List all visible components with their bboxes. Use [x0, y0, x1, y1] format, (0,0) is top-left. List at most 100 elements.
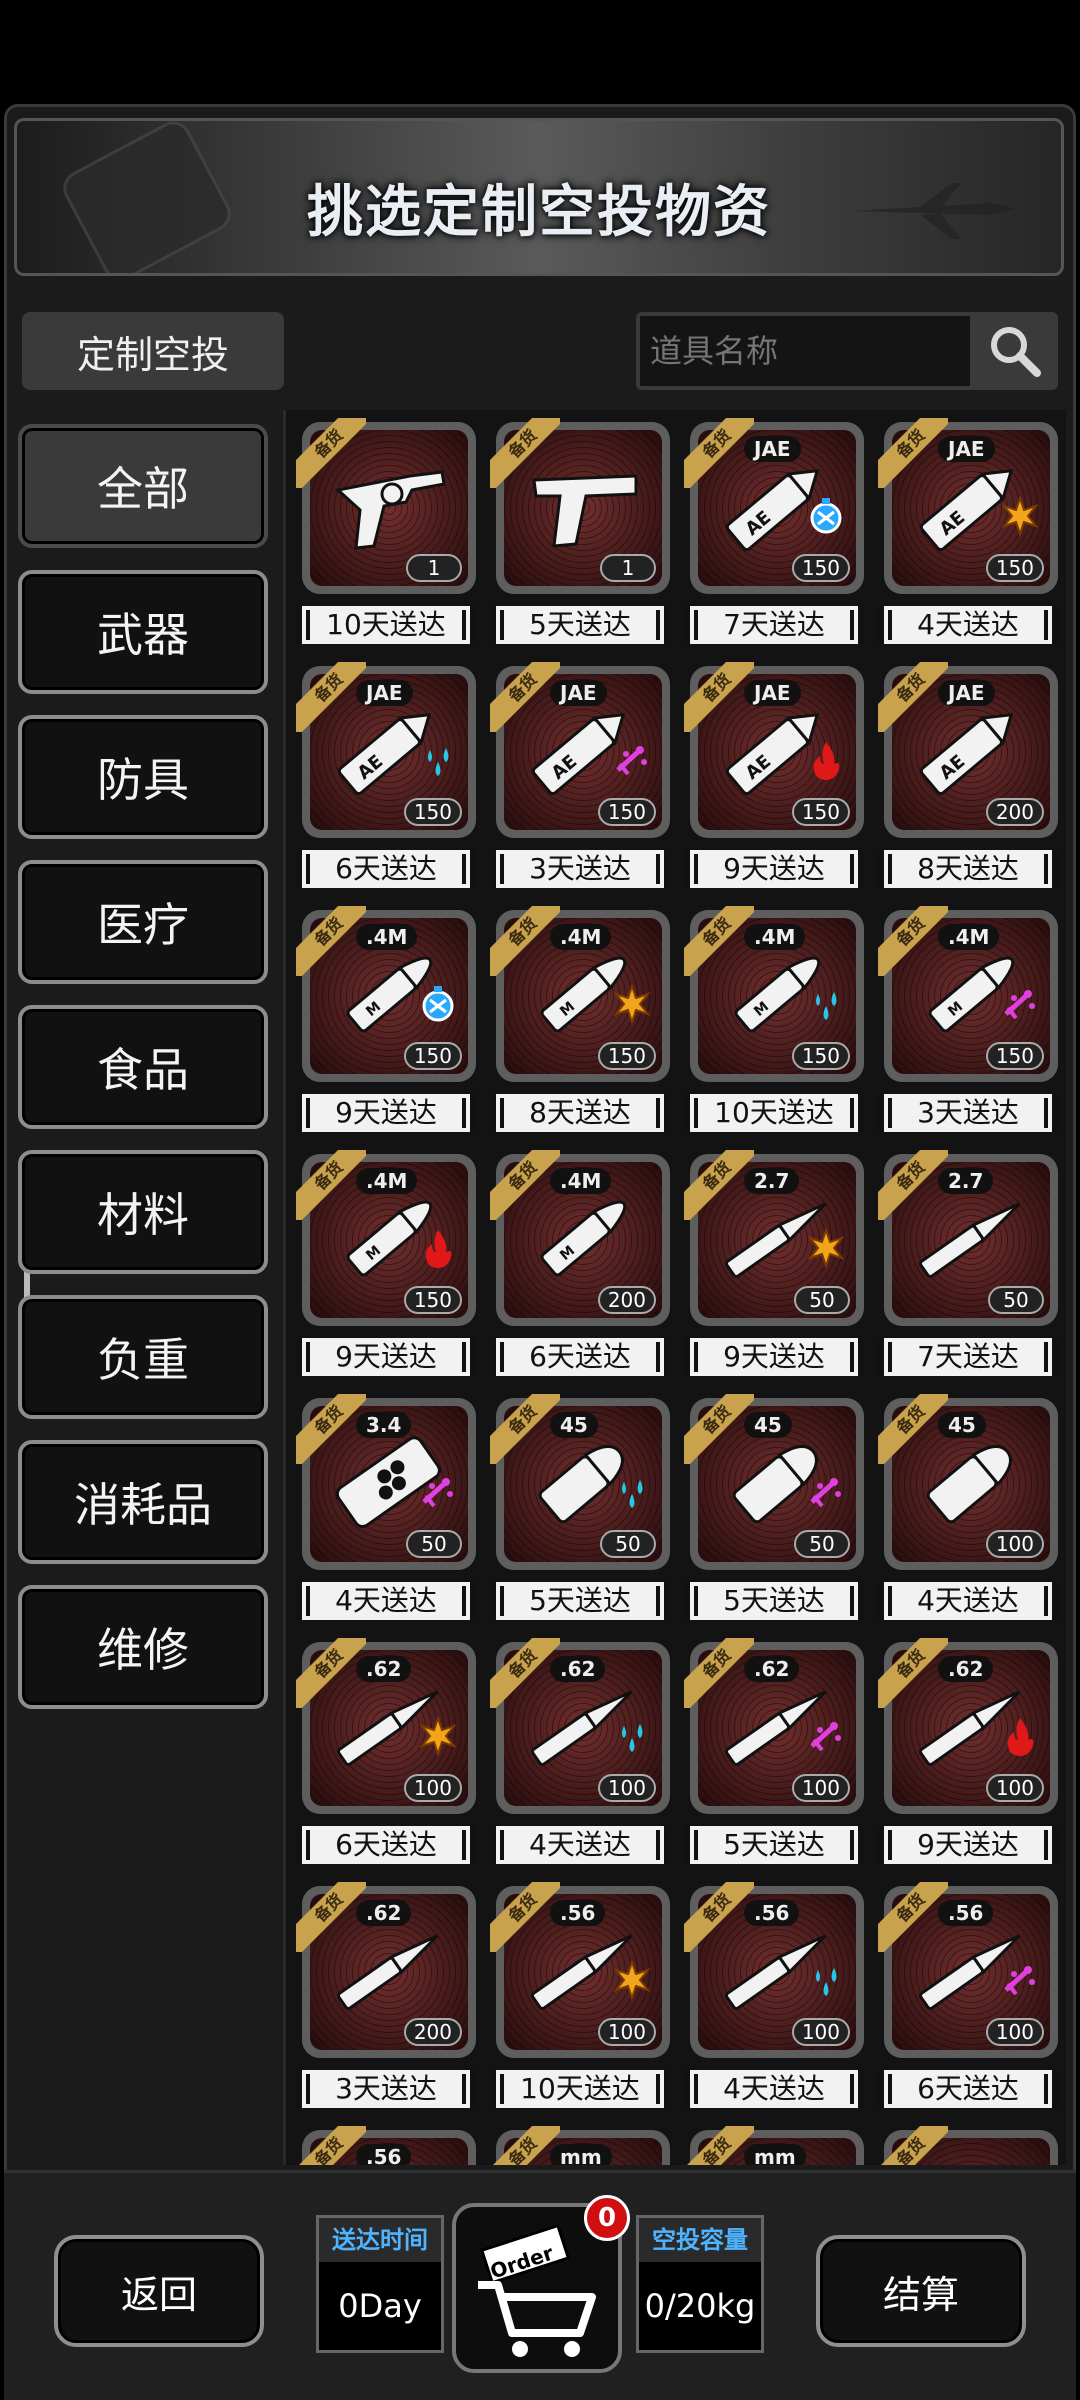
sidebar-item-1[interactable]: 武器: [18, 570, 268, 694]
item-tile[interactable]: 备货: [878, 2126, 1058, 2165]
item-tile[interactable]: M .4M 150 备货: [296, 906, 476, 1082]
item-tile[interactable]: .62 200 备货: [296, 1882, 476, 2058]
toxic-icon: [1002, 1960, 1038, 2000]
grid-item[interactable]: 2.7 50 备货 7天送达: [874, 1142, 1064, 1382]
sidebar-item-3[interactable]: 医疗: [18, 860, 268, 984]
grid-item[interactable]: 3.4 50 备货 4天送达: [292, 1386, 482, 1626]
grid-item[interactable]: 45 100 备货 4天送达: [874, 1386, 1064, 1626]
item-tile[interactable]: M .4M 150 备货: [296, 1150, 476, 1326]
item-tile[interactable]: M .4M 150 备货: [490, 906, 670, 1082]
item-tile[interactable]: AE JAE 200 备货: [878, 662, 1058, 838]
grid-item[interactable]: 45 50 备货 5天送达: [680, 1386, 870, 1626]
stock-ribbon-label: 备货: [878, 662, 948, 732]
item-tile[interactable]: .56 备货: [296, 2126, 476, 2165]
grid-item[interactable]: AE JAE 150 备货 4天送达: [874, 410, 1064, 650]
item-tile[interactable]: .62 100 备货: [490, 1638, 670, 1814]
delivery-time-label: 10天送达: [684, 1094, 864, 1132]
grid-item[interactable]: .62 100 备货 9天送达: [874, 1630, 1064, 1870]
item-tile[interactable]: .56 100 备货: [490, 1882, 670, 2058]
grid-item[interactable]: AE JAE 150 备货 7天送达: [680, 410, 870, 650]
delivery-time-label: 10天送达: [490, 2070, 670, 2108]
item-tile[interactable]: 45 50 备货: [490, 1394, 670, 1570]
item-quantity: 200: [597, 1286, 656, 1314]
stock-ribbon-label: 备货: [296, 1882, 366, 1952]
grid-item[interactable]: .56 100 备货 6天送达: [874, 1874, 1064, 2114]
stock-ribbon-label: 备货: [490, 418, 560, 488]
grid-item[interactable]: .56 备货: [292, 2118, 482, 2165]
item-tile[interactable]: AE JAE 150 备货: [296, 662, 476, 838]
item-tile[interactable]: .62 100 备货: [878, 1638, 1058, 1814]
grid-item[interactable]: .62 100 备货 5天送达: [680, 1630, 870, 1870]
item-tile[interactable]: 2.7 50 备货: [684, 1150, 864, 1326]
item-tile[interactable]: 2.7 50 备货: [878, 1150, 1058, 1326]
grid-item[interactable]: AE JAE 150 备货 9天送达: [680, 654, 870, 894]
item-tile[interactable]: M .4M 150 备货: [684, 906, 864, 1082]
grid-item[interactable]: M .4M 150 备货 9天送达: [292, 898, 482, 1138]
grid-item[interactable]: mm 备货: [680, 2118, 870, 2165]
item-tile[interactable]: 45 100 备货: [878, 1394, 1058, 1570]
grid-item[interactable]: M .4M 150 备货 9天送达: [292, 1142, 482, 1382]
stock-ribbon-label: 备货: [490, 1882, 560, 1952]
grid-item[interactable]: .56 100 备货 10天送达: [486, 1874, 676, 2114]
grid-item[interactable]: AE JAE 150 备货 6天送达: [292, 654, 482, 894]
grid-item[interactable]: 1 备货 10天送达: [292, 410, 482, 650]
sidebar-item-6[interactable]: 负重: [18, 1295, 268, 1419]
item-tile[interactable]: AE JAE 150 备货: [684, 662, 864, 838]
item-quantity: 150: [403, 798, 462, 826]
explosive-icon: [1001, 494, 1039, 538]
stock-ribbon: 备货: [490, 418, 560, 488]
item-tile[interactable]: .56 100 备货: [878, 1882, 1058, 2058]
grid-item[interactable]: M .4M 200 备货 6天送达: [486, 1142, 676, 1382]
grid-item[interactable]: .62 100 备货 4天送达: [486, 1630, 676, 1870]
stock-ribbon: 备货: [296, 906, 366, 976]
item-tile[interactable]: mm 备货: [490, 2126, 670, 2165]
custom-airdrop-tab[interactable]: 定制空投: [22, 312, 284, 390]
checkout-button[interactable]: 结算: [816, 2235, 1026, 2347]
grid-item[interactable]: M .4M 150 备货 8天送达: [486, 898, 676, 1138]
grid-item[interactable]: 备货: [874, 2118, 1064, 2165]
grid-item[interactable]: 1 备货 5天送达: [486, 410, 676, 650]
grid-item[interactable]: .62 100 备货 6天送达: [292, 1630, 482, 1870]
stock-ribbon: 备货: [296, 1394, 366, 1464]
search-input[interactable]: [640, 316, 970, 386]
item-tile[interactable]: .62 100 备货: [296, 1638, 476, 1814]
item-quantity: 150: [597, 1042, 656, 1070]
grid-item[interactable]: M .4M 150 备货 10天送达: [680, 898, 870, 1138]
sidebar-item-8[interactable]: 维修: [18, 1585, 268, 1709]
back-button[interactable]: 返回: [54, 2235, 264, 2347]
item-quantity: 1: [600, 554, 656, 582]
sidebar-item-0[interactable]: 全部: [18, 424, 268, 548]
grid-item[interactable]: 2.7 50 备货 9天送达: [680, 1142, 870, 1382]
grid-item[interactable]: .62 200 备货 3天送达: [292, 1874, 482, 2114]
delivery-time-label: 6天送达: [296, 850, 476, 888]
item-tile[interactable]: 1 备货: [296, 418, 476, 594]
sidebar-item-4[interactable]: 食品: [18, 1005, 268, 1129]
capacity-value: 0/20kg: [644, 2287, 756, 2325]
grid-item[interactable]: mm 备货: [486, 2118, 676, 2165]
item-tile[interactable]: M .4M 200 备货: [490, 1150, 670, 1326]
sidebar-item-7[interactable]: 消耗品: [18, 1440, 268, 1564]
grid-item[interactable]: 45 50 备货 5天送达: [486, 1386, 676, 1626]
sidebar-item-5[interactable]: 材料: [18, 1150, 268, 1274]
sidebar-item-2[interactable]: 防具: [18, 715, 268, 839]
item-quantity: 100: [985, 1530, 1044, 1558]
item-tile[interactable]: .62 100 备货: [684, 1638, 864, 1814]
explosive-icon: [613, 982, 651, 1026]
item-tile[interactable]: 1 备货: [490, 418, 670, 594]
item-tile[interactable]: AE JAE 150 备货: [490, 662, 670, 838]
item-tile[interactable]: AE JAE 150 备货: [878, 418, 1058, 594]
item-tile[interactable]: 3.4 50 备货: [296, 1394, 476, 1570]
grid-item[interactable]: .56 100 备货 4天送达: [680, 1874, 870, 2114]
item-tile[interactable]: M .4M 150 备货: [878, 906, 1058, 1082]
delivery-time-label: 5天送达: [490, 606, 670, 644]
item-tile[interactable]: 45 50 备货: [684, 1394, 864, 1570]
search-button[interactable]: [972, 312, 1058, 390]
item-tile[interactable]: mm 备货: [684, 2126, 864, 2165]
grid-item[interactable]: AE JAE 200 备货 8天送达: [874, 654, 1064, 894]
item-tile[interactable]: .56 100 备货: [684, 1882, 864, 2058]
item-quantity: 50: [794, 1286, 850, 1314]
grid-item[interactable]: AE JAE 150 备货 3天送达: [486, 654, 676, 894]
delivery-time-label: 5天送达: [684, 1582, 864, 1620]
item-tile[interactable]: AE JAE 150 备货: [684, 418, 864, 594]
grid-item[interactable]: M .4M 150 备货 3天送达: [874, 898, 1064, 1138]
